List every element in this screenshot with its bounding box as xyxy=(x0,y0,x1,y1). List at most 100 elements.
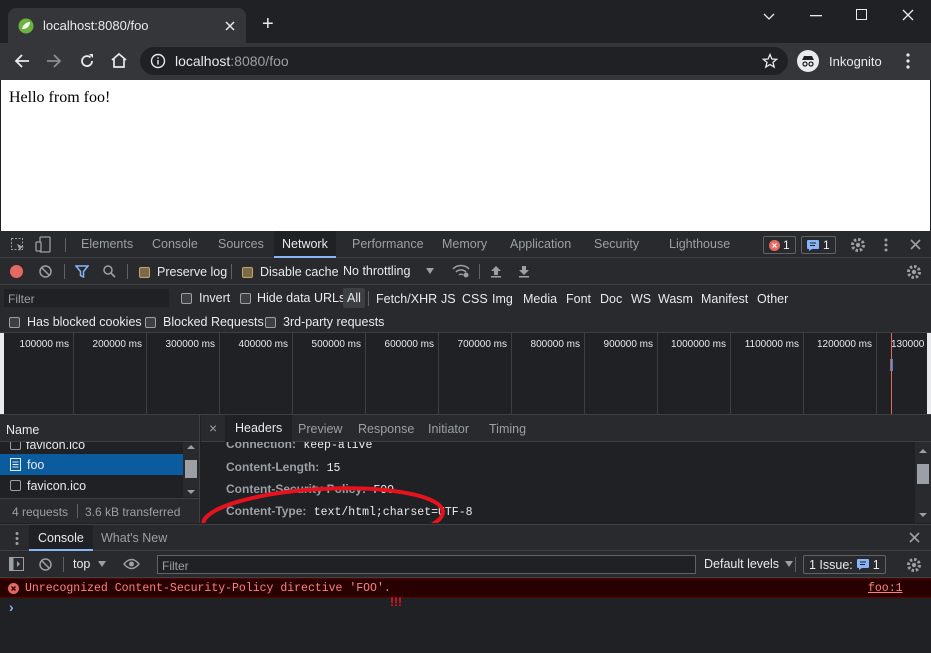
type-filter-doc[interactable]: Doc xyxy=(600,292,622,306)
network-settings-gear-icon[interactable] xyxy=(906,264,922,280)
tab-sources[interactable]: Sources xyxy=(218,231,264,258)
tab-performance[interactable]: Performance xyxy=(352,231,424,258)
device-icon[interactable] xyxy=(35,236,51,253)
reload-icon[interactable] xyxy=(79,53,95,69)
eye-icon[interactable] xyxy=(123,558,140,570)
request-name: foo xyxy=(27,457,45,472)
gear-icon[interactable] xyxy=(850,237,866,253)
console-filter-input[interactable]: Filter xyxy=(157,555,696,574)
tab-elements[interactable]: Elements xyxy=(81,231,133,258)
type-filter-wasm[interactable]: Wasm xyxy=(658,292,693,306)
type-filter-font[interactable]: Font xyxy=(566,292,591,306)
type-filter-all[interactable]: All xyxy=(343,288,365,308)
new-tab-button[interactable]: + xyxy=(262,13,274,36)
network-overview-timeline[interactable]: 100000 ms 200000 ms 300000 ms 400000 ms 5000… xyxy=(0,333,931,415)
request-row-selected[interactable]: foo xyxy=(0,454,183,475)
sidebar-icon[interactable] xyxy=(9,557,24,571)
blocked-requests-checkbox[interactable]: Blocked Requests xyxy=(145,315,264,329)
header-name: Content-Length: xyxy=(226,460,320,474)
close-details-button[interactable]: × xyxy=(209,420,217,436)
home-icon[interactable] xyxy=(110,52,128,69)
type-filter-fetch-xhr[interactable]: Fetch/XHR xyxy=(376,292,437,306)
clear-console-icon[interactable] xyxy=(39,558,52,571)
record-icon[interactable] xyxy=(10,265,23,278)
has-blocked-cookies-checkbox[interactable]: Has blocked cookies xyxy=(9,315,142,329)
name-column-header[interactable]: Name xyxy=(6,423,39,437)
console-input-area[interactable]: !!! › xyxy=(0,595,931,653)
details-tab-response[interactable]: Response xyxy=(358,422,414,436)
timeline-tick-label: 100000 ms xyxy=(19,339,69,350)
issues-count: 1 xyxy=(872,557,880,572)
devtools-menu-icon[interactable] xyxy=(884,238,888,252)
minimize-button[interactable] xyxy=(810,15,822,17)
type-filter-media[interactable]: Media xyxy=(523,292,557,306)
tab-console[interactable]: Console xyxy=(152,231,198,258)
message-counter[interactable]: 1 xyxy=(801,236,836,254)
invert-checkbox[interactable]: Invert xyxy=(181,291,230,305)
chat-icon xyxy=(856,559,869,570)
throttling-select[interactable]: No throttling xyxy=(343,264,435,278)
drawer-close-icon[interactable] xyxy=(909,532,920,543)
filter-icon[interactable] xyxy=(75,265,89,278)
type-filter-js[interactable]: JS xyxy=(441,292,456,306)
caret-down-icon xyxy=(98,561,107,567)
maximize-button[interactable] xyxy=(856,9,867,20)
details-tab-preview[interactable]: Preview xyxy=(298,422,342,436)
upload-icon[interactable] xyxy=(490,265,502,278)
type-filter-ws[interactable]: WS xyxy=(631,292,651,306)
clear-icon[interactable] xyxy=(39,265,52,278)
type-filter-css[interactable]: CSS xyxy=(462,292,488,306)
details-scrollbar[interactable] xyxy=(915,442,931,523)
preserve-log-checkbox[interactable]: Preserve log xyxy=(139,265,227,279)
requests-scrollbar[interactable] xyxy=(183,442,199,497)
tab-memory[interactable]: Memory xyxy=(442,231,487,258)
search-icon[interactable] xyxy=(103,265,116,278)
caret-down-icon xyxy=(426,268,435,274)
filter-placeholder: Filter xyxy=(8,292,35,306)
browser-tab[interactable]: localhost:8080/foo xyxy=(8,8,246,43)
close-icon[interactable] xyxy=(224,20,236,32)
chevron-down-icon[interactable] xyxy=(763,10,775,22)
page-viewport xyxy=(1,80,930,231)
inspect-icon[interactable] xyxy=(10,237,26,253)
kebab-menu-icon[interactable] xyxy=(906,53,910,69)
back-arrow-icon[interactable] xyxy=(14,53,30,69)
drawer-menu-icon[interactable] xyxy=(15,532,19,545)
star-icon[interactable] xyxy=(762,53,778,69)
request-row[interactable]: favicon.ico xyxy=(0,475,183,496)
download-icon[interactable] xyxy=(518,265,530,278)
third-party-requests-checkbox[interactable]: 3rd-party requests xyxy=(265,315,384,329)
devtools-close-icon[interactable] xyxy=(910,239,921,250)
details-tab-timing[interactable]: Timing xyxy=(489,422,526,436)
hide-data-urls-checkbox[interactable]: Hide data URLs xyxy=(240,291,345,305)
address-bar[interactable]: localhost:8080/foo xyxy=(140,47,788,75)
wifi-icon[interactable] xyxy=(452,264,470,278)
type-filter-other[interactable]: Other xyxy=(757,292,788,306)
console-toolbar: top Filter Default levels 1 Issue: 1 xyxy=(0,551,931,578)
window-close-button[interactable] xyxy=(902,9,914,21)
disable-cache-checkbox[interactable]: Disable cache xyxy=(242,265,339,279)
tab-security[interactable]: Security xyxy=(594,231,639,258)
error-source-link[interactable]: foo:1 xyxy=(868,582,903,595)
tab-lighthouse[interactable]: Lighthouse xyxy=(669,231,730,258)
issues-button[interactable]: 1 Issue: 1 xyxy=(803,555,886,574)
tab-application[interactable]: Application xyxy=(510,231,571,258)
details-tab-initiator[interactable]: Initiator xyxy=(428,422,469,436)
type-filter-manifest[interactable]: Manifest xyxy=(701,292,748,306)
incognito-indicator[interactable]: Inkognito xyxy=(797,49,882,73)
type-filter-img[interactable]: Img xyxy=(492,292,513,306)
details-tab-headers[interactable]: Headers xyxy=(225,415,293,442)
console-settings-gear-icon[interactable] xyxy=(906,557,922,573)
info-icon[interactable] xyxy=(150,53,166,69)
context-select[interactable]: top xyxy=(73,557,107,571)
drawer-tab-whats-new[interactable]: What's New xyxy=(101,531,167,545)
request-row[interactable]: favicon.ico xyxy=(0,442,183,453)
drawer-tab-console[interactable]: Console xyxy=(29,525,93,551)
timeline-tick-label: 130000 xyxy=(891,339,925,350)
error-counter[interactable]: 1 xyxy=(763,236,796,254)
invert-label: Invert xyxy=(199,291,231,305)
tab-network[interactable]: Network xyxy=(274,231,336,258)
filter-input[interactable]: Filter xyxy=(4,289,169,307)
forward-arrow-icon[interactable] xyxy=(46,53,62,69)
log-levels-select[interactable]: Default levels xyxy=(704,557,794,571)
